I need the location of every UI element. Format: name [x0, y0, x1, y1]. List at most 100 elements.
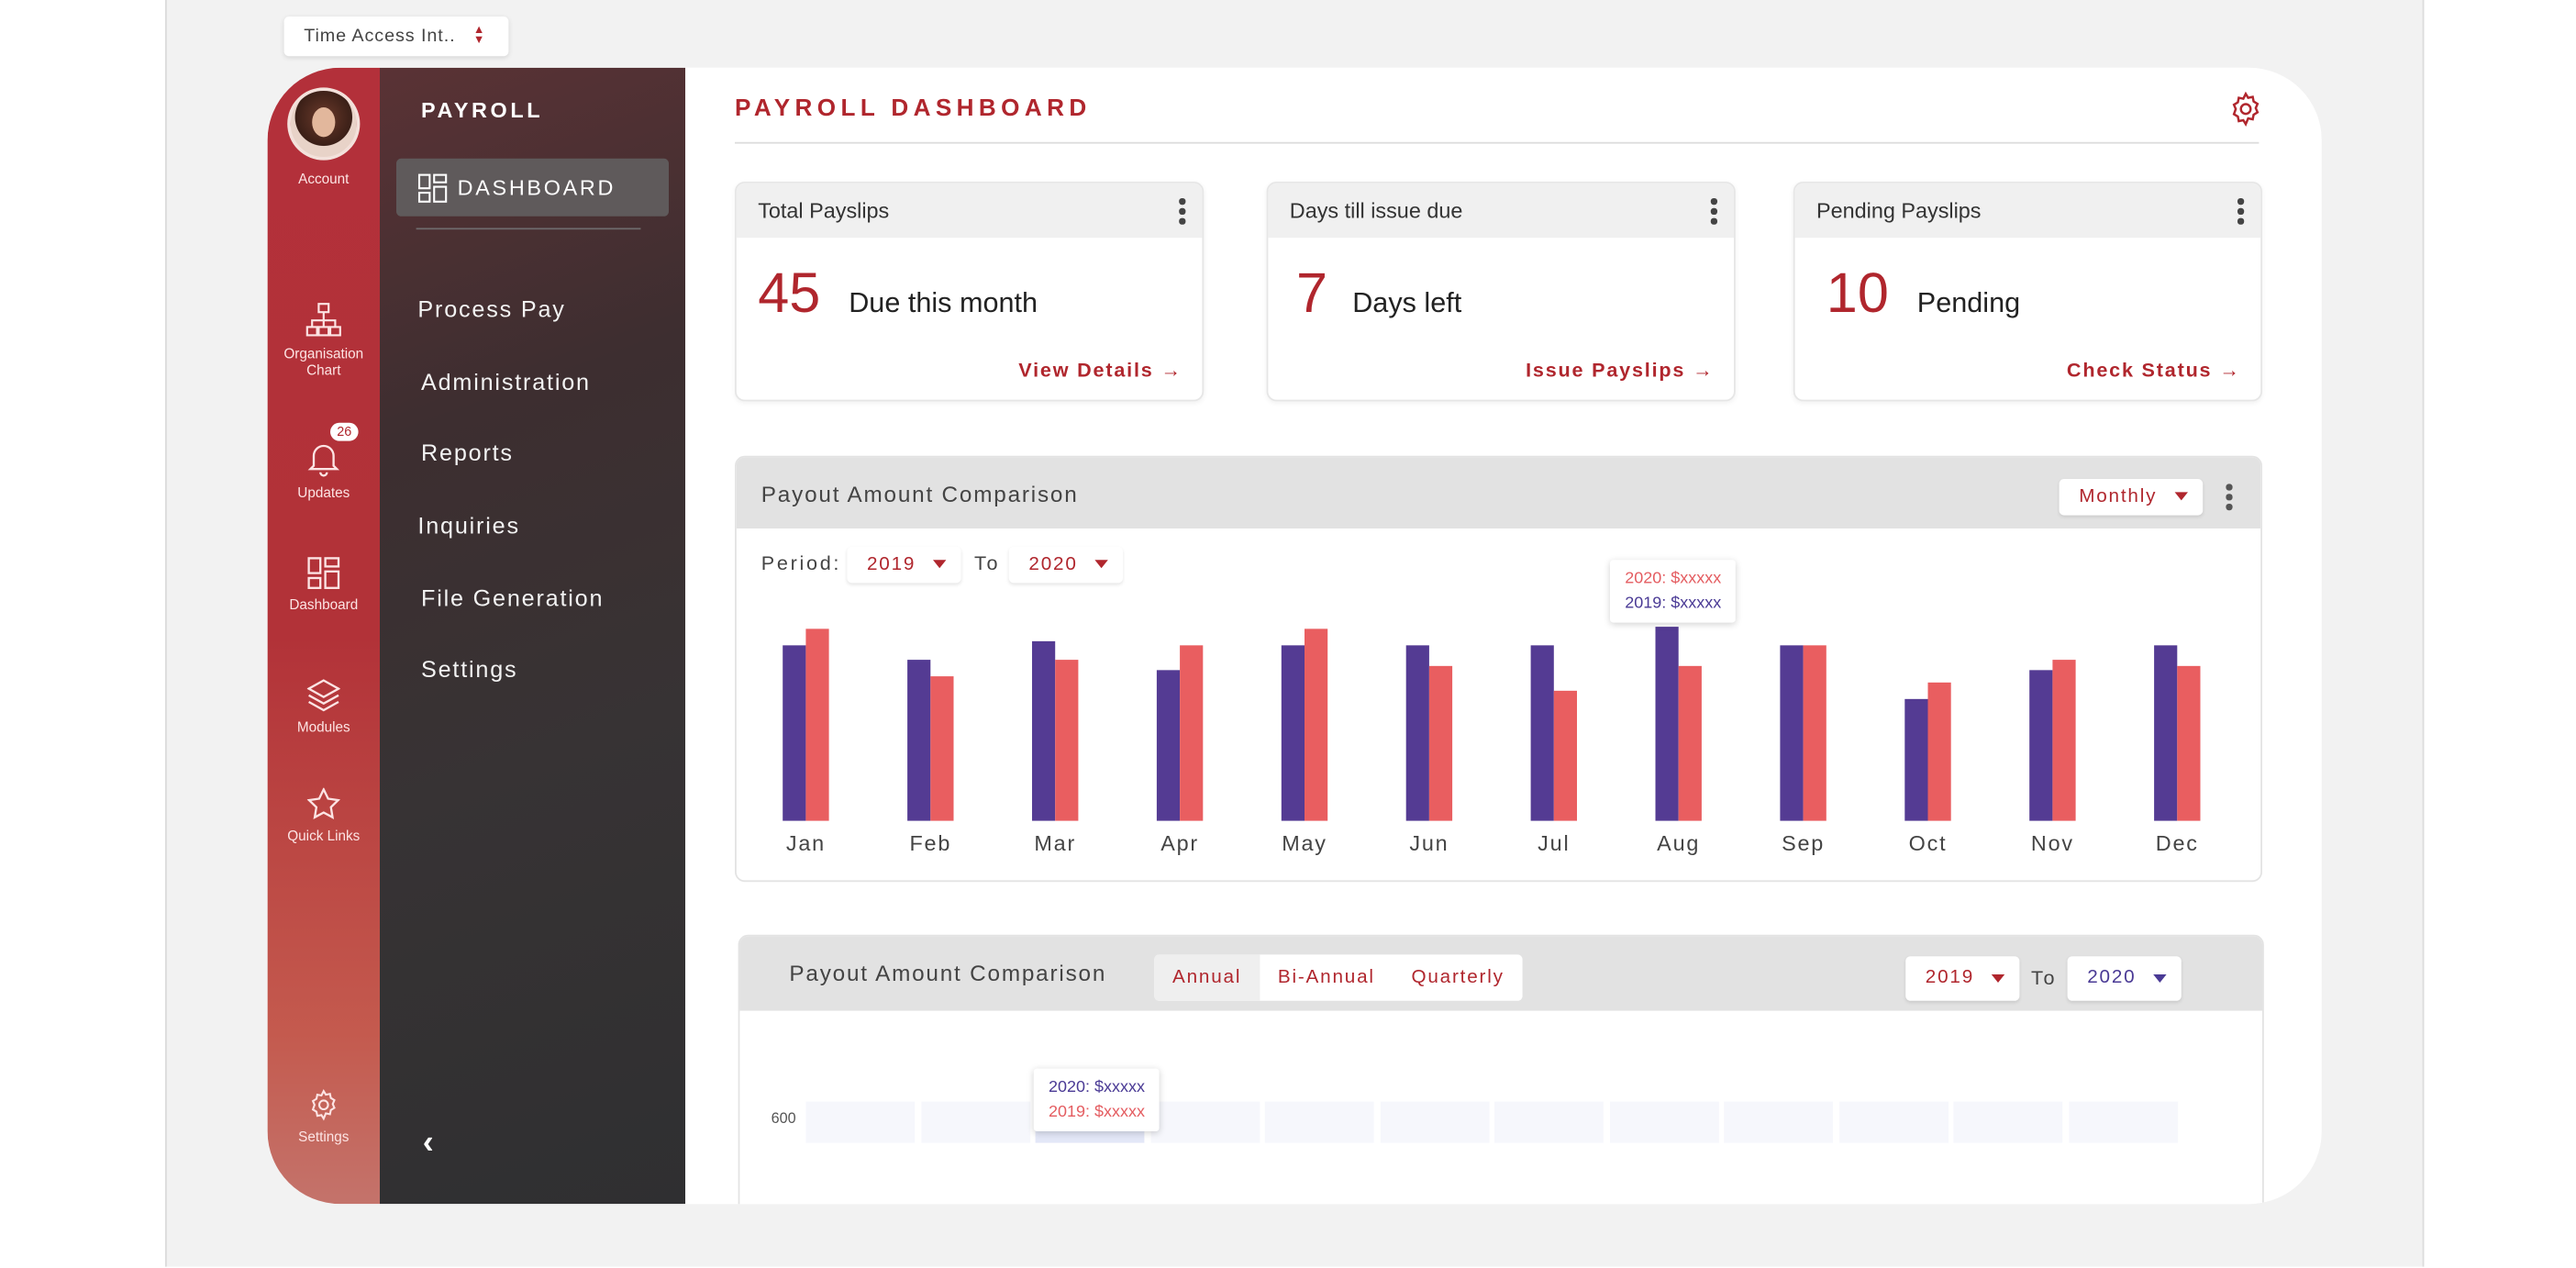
avatar[interactable]	[287, 87, 361, 161]
bar-2019-oct[interactable]	[1904, 698, 1928, 821]
more-vertical-icon[interactable]	[2226, 484, 2232, 513]
bar-2020-dec[interactable]	[2177, 665, 2201, 821]
issue-payslips-link[interactable]: Issue Payslips →	[1526, 359, 1714, 382]
rail-org-chart[interactable]: Organisation Chart	[268, 302, 380, 378]
tab-quarterly[interactable]: Quarterly	[1393, 954, 1523, 1000]
bar-2020-jun[interactable]	[1428, 665, 1453, 821]
tooltip-line-2020: 2020: $xxxxx	[1049, 1078, 1146, 1097]
check-status-link[interactable]: Check Status →	[2067, 359, 2241, 382]
bar-2020-sep[interactable]	[1803, 645, 1827, 821]
gear-icon	[311, 1089, 336, 1121]
nav-item-reports[interactable]: Reports	[421, 439, 514, 466]
x-tick-label: Jul	[1538, 831, 1570, 855]
card-desc: Due this month	[849, 287, 1038, 319]
caret-down-icon	[2174, 492, 2188, 501]
granularity-select[interactable]: Monthly	[2059, 479, 2204, 516]
rail-settings-label: Settings	[298, 1128, 350, 1145]
payout-comparison-panel-2: Payout Amount Comparison Annual Bi-Annua…	[738, 934, 2264, 1205]
nav-item-inquiries[interactable]: Inquiries	[417, 512, 519, 539]
payout-bar-chart: Jan Feb Mar Apr May Jun Jul Aug Sep Oct Nov Dec	[783, 587, 2201, 855]
period-from-select[interactable]: 2019	[1905, 956, 2020, 1001]
dashboard-icon	[307, 557, 340, 589]
collapse-chevron-icon[interactable]: ‹	[423, 1125, 434, 1162]
card-desc: Days left	[1352, 287, 1462, 319]
bar-2020-jan[interactable]	[805, 628, 829, 821]
bar-2020-may[interactable]	[1305, 628, 1328, 821]
title-divider	[735, 141, 2260, 144]
card-value: 7	[1296, 262, 1328, 326]
app-switcher-value: Time Access Int..	[304, 26, 456, 47]
bar-2020-apr[interactable]	[1180, 645, 1204, 821]
icon-rail: Account Organisation Chart 26 Updates Da…	[267, 67, 380, 1205]
chart-band	[1494, 1101, 1604, 1143]
view-details-link[interactable]: View Details →	[1018, 359, 1183, 382]
card-value: 10	[1826, 262, 1889, 326]
rail-account[interactable]: Account	[268, 87, 380, 186]
rail-dashboard-label: Dashboard	[289, 595, 359, 613]
app-window: Account Organisation Chart 26 Updates Da…	[267, 67, 2322, 1205]
rail-quick-links[interactable]: Quick Links	[268, 787, 380, 844]
period-to-value: 2020	[2087, 967, 2137, 988]
to-label: To	[2031, 966, 2058, 990]
y-tick-label: 600	[771, 1109, 796, 1127]
card-desc: Pending	[1916, 287, 2021, 319]
x-tick-label: Apr	[1160, 831, 1199, 855]
settings-gear-icon[interactable]	[2227, 91, 2264, 128]
rail-org-chart-label-2: Chart	[306, 361, 341, 379]
chart-band	[920, 1101, 1030, 1143]
bar-2019-nov[interactable]	[2029, 670, 2053, 821]
chart-band	[1838, 1101, 1949, 1143]
bar-2019-feb[interactable]	[907, 660, 931, 821]
bar-2019-jun[interactable]	[1405, 645, 1429, 821]
caret-down-icon	[1991, 974, 2005, 983]
tab-annual[interactable]: Annual	[1154, 954, 1260, 1001]
dashboard-icon	[417, 172, 448, 202]
nav-item-settings[interactable]: Settings	[421, 656, 517, 683]
rail-dashboard[interactable]: Dashboard	[268, 557, 380, 613]
bar-2019-may[interactable]	[1281, 645, 1305, 821]
bar-2020-nov[interactable]	[2052, 660, 2076, 821]
star-icon	[306, 787, 340, 819]
stat-card-days-till-due: Days till issue due 7 Days left Issue Pa…	[1266, 182, 1736, 402]
bar-2019-aug[interactable]	[1655, 627, 1679, 821]
bar-2019-sep[interactable]	[1780, 645, 1804, 821]
rail-modules[interactable]: Modules	[268, 679, 380, 735]
rail-updates[interactable]: Updates	[268, 441, 380, 501]
bar-2019-jul[interactable]	[1530, 645, 1554, 821]
nav-item-dashboard[interactable]: DASHBOARD	[396, 158, 669, 217]
card-value: 45	[758, 262, 821, 326]
stat-card-pending-payslips: Pending Payslips 10 Pending Check Status…	[1793, 182, 2262, 402]
bar-2020-mar[interactable]	[1055, 660, 1079, 821]
chart-band	[1149, 1101, 1260, 1143]
bar-2020-oct[interactable]	[1927, 682, 1951, 821]
bar-2019-jan[interactable]	[783, 645, 806, 821]
sort-arrows-icon: ▲ ▼	[472, 25, 486, 47]
x-tick-label: Jun	[1409, 831, 1449, 855]
nav-item-administration[interactable]: Administration	[421, 368, 591, 395]
x-tick-label: Mar	[1034, 831, 1076, 855]
chart-band	[805, 1101, 916, 1143]
bar-2019-mar[interactable]	[1032, 640, 1056, 821]
bar-2020-jul[interactable]	[1553, 690, 1577, 821]
period-to-select[interactable]: 2020	[2067, 956, 2182, 1001]
granularity-value: Monthly	[2079, 487, 2158, 507]
rail-updates-label: Updates	[297, 484, 350, 501]
rail-settings[interactable]: Settings	[268, 1088, 380, 1144]
nav-item-file-generation[interactable]: File Generation	[421, 584, 604, 611]
bell-icon	[307, 444, 340, 477]
bar-2020-aug[interactable]	[1678, 665, 1702, 821]
tab-bi-annual[interactable]: Bi-Annual	[1260, 954, 1393, 1000]
chart-band	[1379, 1101, 1489, 1143]
bar-2019-dec[interactable]	[2154, 645, 2178, 821]
nav-item-process-pay[interactable]: Process Pay	[417, 295, 565, 322]
stat-card-total-payslips: Total Payslips 45 Due this month View De…	[735, 182, 1205, 402]
more-vertical-icon[interactable]	[1179, 198, 1185, 228]
bar-2019-apr[interactable]	[1156, 670, 1181, 821]
chart-band	[1724, 1101, 1833, 1143]
tooltip-line-2019: 2019: $xxxxx	[1625, 595, 1722, 613]
bar-2020-feb[interactable]	[930, 676, 954, 821]
app-switcher-select[interactable]: Time Access Int.. ▲ ▼	[283, 17, 509, 57]
rail-quick-links-label: Quick Links	[287, 827, 361, 844]
more-vertical-icon[interactable]	[1710, 198, 1717, 228]
more-vertical-icon[interactable]	[2237, 198, 2244, 228]
